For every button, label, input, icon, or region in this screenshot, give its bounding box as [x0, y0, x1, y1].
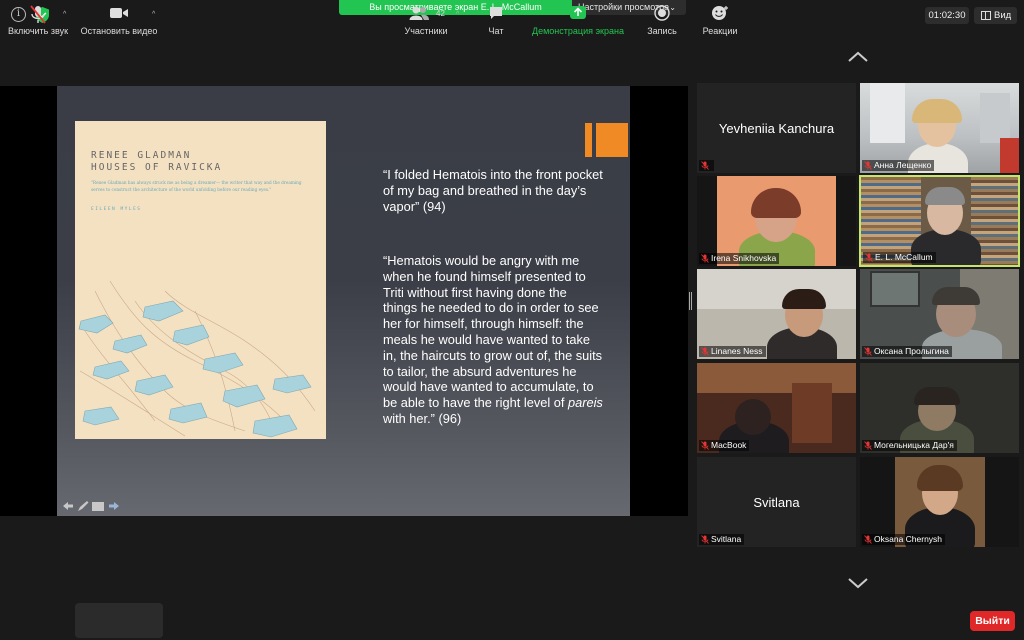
slide-navigation-tools[interactable]: [61, 499, 121, 513]
record-button[interactable]: Запись: [640, 0, 684, 40]
chat-bubble-icon: [490, 7, 502, 19]
reactions-label: Реакции: [702, 26, 738, 36]
muted-mic-icon: [30, 5, 46, 24]
participant-tile[interactable]: Yevheniia Kanchura: [697, 83, 856, 173]
gallery-view-icon: [981, 11, 991, 20]
muted-mic-icon: [701, 161, 709, 170]
smiley-reaction-icon: [712, 6, 728, 20]
participant-name: E. L. McCallum: [875, 252, 933, 262]
share-screen-label: Демонстрация экрана: [532, 26, 624, 36]
muted-mic-icon: [701, 441, 709, 450]
muted-mic-icon: [865, 253, 873, 262]
participant-label: Irena Snikhovska: [699, 253, 780, 264]
participant-tile[interactable]: Oksana Chernysh: [860, 457, 1019, 547]
share-screen-icon: [570, 6, 586, 19]
participant-tile-active-speaker[interactable]: E. L. McCallum: [859, 175, 1020, 267]
participant-label: Анна Лещенко: [862, 160, 935, 171]
participant-name: Linanes Ness: [711, 346, 763, 356]
participant-name: MacBook: [711, 440, 747, 450]
stop-video-button[interactable]: Остановить видео: [78, 0, 160, 40]
stop-video-highlight: [75, 603, 163, 638]
participant-name: Irena Snikhovska: [711, 253, 777, 263]
arrow-right-icon: [109, 502, 119, 510]
chevron-up-icon[interactable]: [847, 51, 869, 63]
participant-label: Могельницька Дар'я: [862, 440, 957, 451]
participant-tile[interactable]: Irena Snikhovska: [697, 176, 856, 266]
participant-label: Svitlana: [699, 534, 745, 545]
unmute-label: Включить звук: [7, 26, 69, 36]
muted-mic-icon: [701, 347, 709, 356]
participant-tile[interactable]: Могельницька Дар'я: [860, 363, 1019, 453]
share-screen-button[interactable]: Демонстрация экрана: [528, 0, 628, 40]
participant-name: Oksana Chernysh: [874, 534, 943, 544]
participants-button[interactable]: 42 Участники: [398, 0, 454, 40]
participant-name: Могельницька Дар'я: [874, 440, 954, 450]
book-title: HOUSES OF RAVICKA: [91, 162, 223, 173]
participant-tile[interactable]: Svitlana Svitlana: [697, 457, 856, 547]
audio-options-chevron-icon[interactable]: ^: [63, 11, 66, 18]
participants-count: 42: [436, 9, 445, 18]
leave-meeting-button[interactable]: Выйти: [970, 611, 1015, 631]
participant-tile[interactable]: MacBook: [697, 363, 856, 453]
participant-name: Yevheniia Kanchura: [718, 120, 835, 136]
slide-quote-2-end: with her.” (96): [383, 410, 462, 426]
chevron-down-icon[interactable]: [847, 577, 869, 589]
book-cover: RENEE GLADMAN HOUSES OF RAVICKA "Renee G…: [75, 121, 326, 439]
participants-options-chevron-icon[interactable]: ^: [456, 11, 459, 18]
split-view-resize-handle[interactable]: [689, 292, 692, 310]
chat-button[interactable]: Чат: [478, 0, 514, 40]
video-camera-icon: [110, 8, 128, 18]
muted-mic-icon: [864, 161, 872, 170]
muted-mic-icon: [701, 535, 709, 544]
muted-mic-icon: [864, 535, 872, 544]
participants-label: Участники: [404, 26, 448, 36]
record-label: Запись: [647, 26, 677, 36]
book-author: RENEE GLADMAN: [91, 150, 192, 161]
participant-tile[interactable]: Анна Лещенко: [860, 83, 1019, 173]
meeting-timer: 01:02:30: [925, 7, 969, 24]
stop-video-label: Остановить видео: [80, 26, 158, 36]
participant-tile[interactable]: Linanes Ness: [697, 269, 856, 359]
chat-label: Чат: [488, 26, 504, 36]
participant-name: Оксана Пролыгина: [874, 346, 949, 356]
unmute-button[interactable]: Включить звук: [5, 0, 71, 40]
muted-mic-icon: [864, 347, 872, 356]
book-blurb-author: EILEEN MYLES: [91, 207, 142, 212]
participant-label: E. L. McCallum: [863, 252, 936, 263]
view-button-label: Вид: [994, 10, 1012, 21]
slide-quote-1: “I folded Hematois into the front pocket…: [383, 167, 603, 214]
book-cover-illustration: [78, 280, 316, 438]
arrow-left-icon: [63, 502, 73, 510]
view-button[interactable]: Вид: [974, 7, 1017, 24]
presentation-slide: RENEE GLADMAN HOUSES OF RAVICKA "Renee G…: [57, 86, 630, 516]
slide-quote-2-italic: pareis: [567, 395, 603, 411]
participant-name: Анна Лещенко: [874, 160, 932, 170]
participant-label: [699, 160, 714, 171]
video-options-chevron-icon[interactable]: ^: [152, 11, 155, 18]
participant-label: Оксана Пролыгина: [862, 346, 952, 357]
record-icon: [654, 5, 670, 21]
reactions-button[interactable]: Реакции: [698, 0, 742, 40]
participant-tile[interactable]: Оксана Пролыгина: [860, 269, 1019, 359]
participant-name: Svitlana: [711, 534, 742, 544]
muted-mic-icon: [864, 441, 872, 450]
participant-label: Linanes Ness: [699, 346, 766, 357]
slide-accent-decoration: [585, 123, 628, 157]
pen-icon: [78, 501, 89, 511]
shared-screen[interactable]: RENEE GLADMAN HOUSES OF RAVICKA "Renee G…: [0, 86, 688, 516]
menu-icon: [92, 502, 104, 511]
participants-icon: [409, 6, 429, 20]
slide-quote-2: “Hematois would be angry with me when he…: [383, 253, 603, 427]
slide-quote-2-text: “Hematois would be angry with me when he…: [383, 253, 603, 411]
participant-label: Oksana Chernysh: [862, 534, 946, 545]
book-blurb: "Renee Gladman has always struck me as b…: [91, 180, 302, 192]
muted-mic-icon: [701, 254, 709, 263]
participant-label: MacBook: [699, 440, 750, 451]
